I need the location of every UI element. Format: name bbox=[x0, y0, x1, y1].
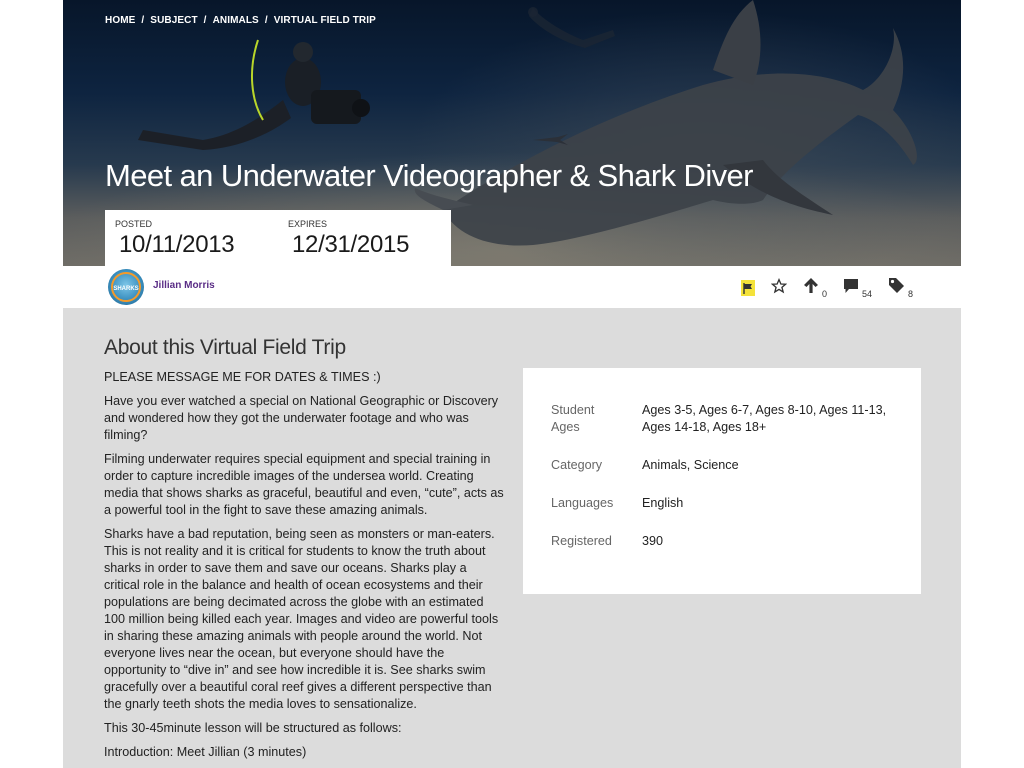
author-bar: SHARKS Jillian Morris 0 54 8 bbox=[63, 266, 961, 308]
about-paragraph: This 30-45minute lesson will be structur… bbox=[104, 721, 402, 735]
tags-button[interactable]: 8 bbox=[888, 277, 913, 299]
comment-icon bbox=[843, 278, 859, 299]
info-label: Registered bbox=[551, 534, 612, 548]
breadcrumb-virtual-field-trip[interactable]: VIRTUAL FIELD TRIP bbox=[274, 15, 376, 26]
about-paragraph: Have you ever watched a special on Natio… bbox=[104, 394, 499, 442]
author-name-link[interactable]: Jillian Morris bbox=[153, 280, 215, 291]
info-label: Languages bbox=[551, 496, 614, 510]
comment-count: 54 bbox=[861, 288, 872, 299]
info-value: 390 bbox=[642, 534, 664, 548]
posted-date: POSTED 10/11/2013 bbox=[115, 219, 235, 259]
posted-label: POSTED bbox=[115, 219, 153, 229]
breadcrumb: HOME / SUBJECT / ANIMALS / VIRTUAL FIELD TRIP bbox=[105, 15, 376, 26]
hero-banner: HOME / SUBJECT / ANIMALS / VIRTUAL FIELD TRIP … bbox=[63, 0, 961, 266]
main-content: About this Virtual Field Trip PLEASE MES… bbox=[63, 308, 961, 768]
upvote-button[interactable]: 0 bbox=[803, 277, 827, 299]
info-value: Animals, Science bbox=[642, 458, 739, 472]
about-description: PLEASE MESSAGE ME FOR DATES & TIMES :) H… bbox=[104, 369, 504, 768]
avatar-logo-text: SHARKS bbox=[113, 286, 139, 292]
arrow-up-icon bbox=[803, 277, 819, 299]
avatar[interactable]: SHARKS bbox=[108, 269, 144, 305]
info-label: Category bbox=[551, 458, 603, 472]
dates-panel: POSTED 10/11/2013 EXPIRES 12/31/2015 bbox=[105, 210, 451, 266]
about-paragraph: Sharks have a bad reputation, being seen… bbox=[104, 527, 499, 711]
about-heading: About this Virtual Field Trip bbox=[104, 336, 346, 359]
tag-icon bbox=[888, 277, 905, 299]
posted-value: 10/11/2013 bbox=[119, 231, 235, 258]
info-value: English bbox=[642, 496, 684, 510]
about-paragraph: Introduction: Meet Jillian (3 minutes) bbox=[104, 745, 307, 759]
page-title: Meet an Underwater Videographer & Shark … bbox=[105, 158, 753, 193]
breadcrumb-separator: / bbox=[141, 15, 145, 26]
flag-icon bbox=[740, 280, 755, 296]
breadcrumb-home[interactable]: HOME bbox=[105, 15, 135, 26]
page: HOME / SUBJECT / ANIMALS / VIRTUAL FIELD TRIP … bbox=[63, 0, 961, 768]
breadcrumb-separator: / bbox=[264, 15, 268, 26]
comments-button[interactable]: 54 bbox=[843, 278, 872, 299]
expires-value: 12/31/2015 bbox=[292, 231, 410, 258]
upvote-count: 0 bbox=[821, 289, 827, 299]
favorite-button[interactable] bbox=[770, 277, 788, 299]
action-bar: 0 54 8 bbox=[725, 277, 913, 299]
info-label: Student Ages bbox=[551, 403, 595, 434]
expires-label: EXPIRES bbox=[288, 219, 328, 229]
info-value: Ages 3-5, Ages 6-7, Ages 8-10, Ages 11-1… bbox=[642, 403, 887, 434]
breadcrumb-subject[interactable]: SUBJECT bbox=[150, 15, 197, 26]
about-paragraph: Filming underwater requires special equi… bbox=[104, 452, 504, 517]
details-card: Student Ages Ages 3-5, Ages 6-7, Ages 8-… bbox=[523, 368, 921, 594]
flag-button[interactable] bbox=[740, 280, 755, 296]
about-paragraph: PLEASE MESSAGE ME FOR DATES & TIMES :) bbox=[104, 370, 381, 384]
tag-count: 8 bbox=[907, 289, 913, 299]
star-icon bbox=[770, 277, 788, 299]
breadcrumb-animals[interactable]: ANIMALS bbox=[213, 15, 259, 26]
expires-date: EXPIRES 12/31/2015 bbox=[288, 219, 409, 259]
breadcrumb-separator: / bbox=[203, 15, 207, 26]
